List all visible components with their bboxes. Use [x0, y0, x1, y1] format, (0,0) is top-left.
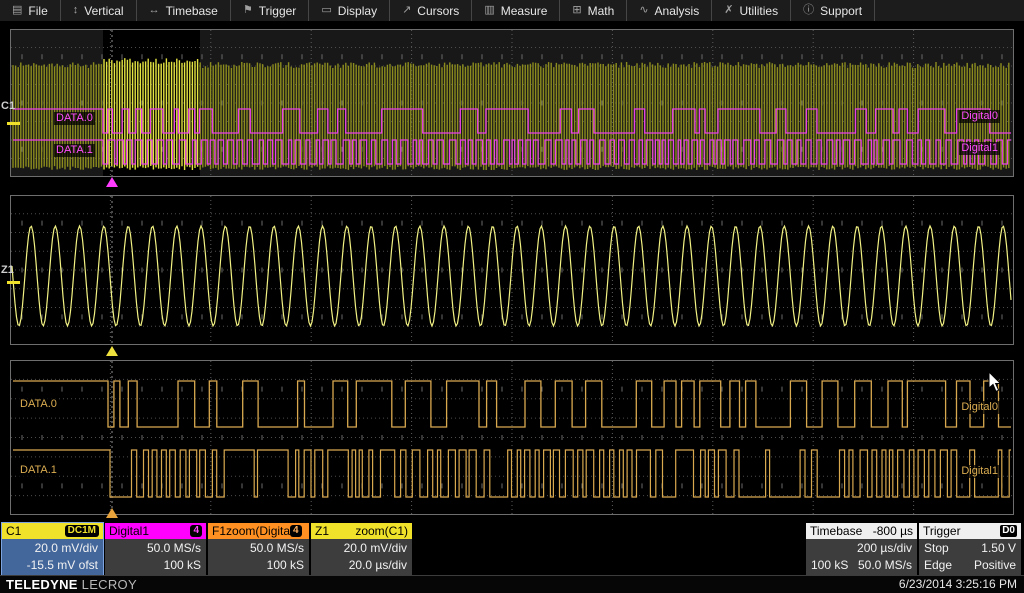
z1-tdiv: 20.0 µs/div — [348, 558, 407, 572]
channel-label-z1: Z1 — [1, 264, 14, 276]
trigger-type: Edge — [924, 558, 953, 572]
f1-title: F1 — [212, 524, 227, 538]
trigger-mode: Stop — [924, 541, 949, 555]
menu-trigger[interactable]: ⚑ Trigger — [231, 0, 310, 21]
ruler-doc-icon: ▥ — [484, 4, 495, 16]
trace-label-digital1: Digital1 — [959, 465, 1000, 478]
timebase-rate: 50.0 MS/s — [857, 558, 912, 572]
timebase-offset: -800 µs — [872, 524, 913, 538]
f1-function: zoom(Digita — [226, 524, 291, 538]
f1-rate: 50.0 MS/s — [249, 541, 304, 555]
trigger-position-marker-top[interactable] — [106, 177, 118, 187]
trace-label-data1: DATA.1 — [54, 144, 95, 157]
menu-bar: ▤ File ↕ Vertical ↔ Timebase ⚑ Trigger ▭ Disp… — [0, 0, 1024, 21]
menu-math[interactable]: ⊞ Math — [560, 0, 628, 21]
waveform-chart-icon: ∿ — [639, 4, 649, 16]
zoom-waveform-grid[interactable] — [10, 195, 1014, 345]
trace-label-digital1: Digital1 — [959, 142, 1000, 155]
menu-measure[interactable]: ▥ Measure — [472, 0, 561, 21]
flag-icon: ⚑ — [242, 4, 253, 16]
trigger-source-badge: D0 — [1000, 525, 1017, 537]
horizontal-arrows-icon: ↔ — [148, 4, 160, 16]
menu-analysis[interactable]: ∿ Analysis — [627, 0, 713, 21]
calculator-icon: ⊞ — [572, 4, 582, 16]
z1-title: Z1 — [315, 524, 330, 538]
trigger-descriptor-panel[interactable]: Trigger D0 Stop 1.50 V Edge Positive — [919, 523, 1021, 575]
menu-timebase[interactable]: ↔ Timebase — [137, 0, 231, 21]
monitor-icon: ▭ — [321, 4, 332, 16]
timebase-title: Timebase — [810, 524, 863, 538]
tools-icon: ✗ — [724, 4, 734, 16]
c1-title: C1 — [6, 524, 22, 538]
c1-offset: -15.5 mV ofst — [26, 558, 98, 572]
c1-descriptor-panel[interactable]: C1 DC1M 20.0 mV/div -15.5 mV ofst — [2, 523, 103, 575]
c1-level-indicator[interactable] — [7, 122, 20, 125]
trace-label-data0: DATA.0 — [18, 398, 59, 411]
c1-vdiv: 20.0 mV/div — [34, 541, 98, 555]
channel-label-c1: C1 — [1, 100, 16, 112]
digital1-descriptor-panel[interactable]: Digital1 4 50.0 MS/s 100 kS — [105, 523, 206, 575]
menu-cursors[interactable]: ↗ Cursors — [390, 0, 473, 21]
f1-lines-badge: 4 — [290, 525, 302, 537]
timebase-samples: 100 kS — [811, 558, 849, 572]
pointer-icon: ↗ — [402, 4, 412, 16]
digital1-samples: 100 kS — [163, 558, 201, 572]
trace-label-digital0: Digital0 — [959, 401, 1000, 414]
footer-bar — [0, 575, 1024, 593]
file-icon: ▤ — [12, 4, 23, 16]
info-icon: ⓘ — [803, 4, 815, 16]
f1-samples: 100 kS — [266, 558, 304, 572]
vertical-arrows-icon: ↕ — [72, 4, 79, 16]
trace-label-data1: DATA.1 — [18, 464, 59, 477]
trigger-slope: Positive — [973, 558, 1016, 572]
timebase-scale: 200 µs/div — [857, 541, 912, 555]
menu-file[interactable]: ▤ File — [0, 0, 61, 21]
trigger-position-marker-middle[interactable] — [106, 346, 118, 356]
digital1-rate: 50.0 MS/s — [146, 541, 201, 555]
z1-vdiv: 20.0 mV/div — [343, 541, 407, 555]
menu-support[interactable]: ⓘ Support — [791, 0, 876, 21]
z1-level-indicator[interactable] — [7, 281, 20, 284]
digital1-lines-badge: 4 — [190, 525, 202, 537]
trigger-level: 1.50 V — [981, 541, 1016, 555]
mouse-cursor — [988, 370, 1004, 399]
menu-utilities[interactable]: ✗ Utilities — [712, 0, 792, 21]
timebase-descriptor-panel[interactable]: Timebase -800 µs 200 µs/div 100 kS 50.0 … — [806, 523, 917, 575]
top-waveform-grid[interactable]: DATA.0 DATA.1 Digital0 Digital1 — [10, 29, 1014, 177]
menu-display[interactable]: ▭ Display — [309, 0, 391, 21]
digital-waveform-grid[interactable]: DATA.0 DATA.1 Digital0 Digital1 — [10, 360, 1014, 515]
z1-function: zoom(C1) — [355, 524, 408, 538]
z1-descriptor-panel[interactable]: Z1 zoom(C1) 20.0 mV/div 20.0 µs/div — [311, 523, 412, 575]
digital1-title: Digital1 — [109, 524, 150, 538]
trace-label-digital0: Digital0 — [959, 110, 1000, 123]
brand-logo: TELEDYNE LECROY — [6, 577, 137, 592]
c1-coupling-badge: DC1M — [64, 525, 99, 537]
menu-vertical[interactable]: ↕ Vertical — [61, 0, 137, 21]
trigger-position-marker-bottom[interactable] — [106, 508, 118, 518]
datetime-display: 6/23/2014 3:25:16 PM — [898, 577, 1017, 591]
trigger-title: Trigger — [923, 524, 961, 538]
f1-descriptor-panel[interactable]: F1 zoom(Digita 4 50.0 MS/s 100 kS — [208, 523, 309, 575]
oscilloscope-screen: ▤ File ↕ Vertical ↔ Timebase ⚑ Trigger ▭ Disp… — [0, 0, 1024, 593]
trace-label-data0: DATA.0 — [54, 112, 95, 125]
